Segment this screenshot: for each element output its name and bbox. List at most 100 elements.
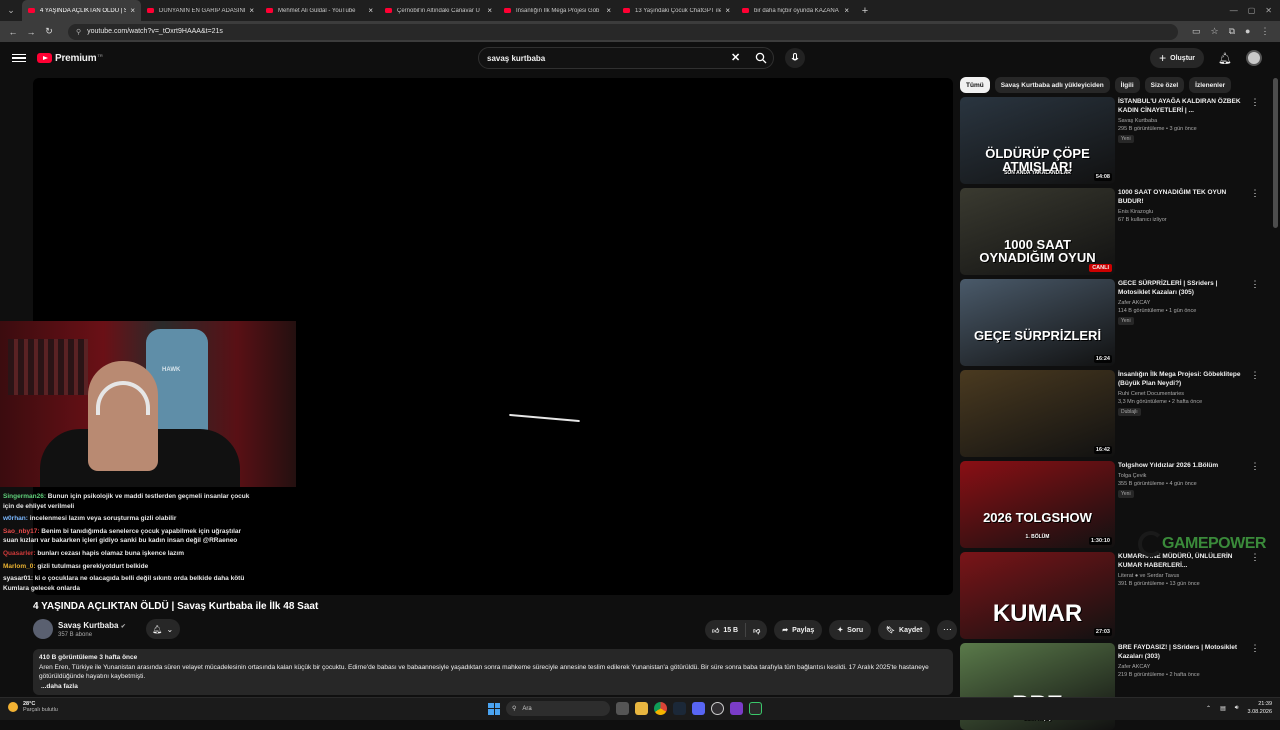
bookmark-icon: 🔖︎ [886,627,896,634]
close-tab-icon[interactable]: × [725,6,730,15]
url-field[interactable]: ⚲ youtube.com/watch?v=_tOxrt9HAAA&t=21s [68,23,1178,40]
recommended-channel[interactable]: Savaş Kurtbaba [1118,118,1248,124]
video-thumbnail[interactable]: KUMAR 27:03 [960,552,1115,639]
dislike-button[interactable]: 👎︎ [746,626,767,635]
more-actions-icon[interactable]: ⋯ [937,620,958,640]
browser-tab[interactable]: 13 Yaşındaki Çocuk ChatGPT ile × [617,0,736,21]
browser-tab[interactable]: Mehmet Ali Güldal - YouTube × [260,0,379,21]
recommended-video[interactable]: GEÇE SÜRPRİZLERİ 16:24 GECE SÜRPRİZLERİ | … [960,279,1260,366]
minimize-icon[interactable]: — [1230,6,1238,15]
page-scrollbar[interactable] [1273,78,1278,228]
recommended-title[interactable]: Tolgshow Yıldızlar 2026 1.Bölüm [1118,461,1248,470]
recommended-video[interactable]: 16:42 İnsanlığın İlk Mega Projesi: Göbekl… [960,370,1260,457]
save-button[interactable]: 🔖︎ Kaydet [878,620,931,640]
close-tab-icon[interactable]: × [606,6,611,15]
recommended-title[interactable]: İnsanlığın İlk Mega Projesi: Göbeklitepe… [1118,370,1248,388]
notifications-bell-icon[interactable]: 🔔︎ [1218,52,1232,65]
recommended-channel[interactable]: Zafer AKCAY [1118,300,1248,306]
close-tab-icon[interactable]: × [844,6,849,15]
recommended-channel[interactable]: Ruhi Cenet Documentaries [1118,391,1248,397]
search-input[interactable]: savaş kurtbaba ✕ [478,47,774,69]
search-icon[interactable] [755,52,767,64]
tab-search-icon[interactable]: ⌄ [0,0,22,21]
obs-icon[interactable] [711,702,724,715]
video-thumbnail[interactable]: 16:42 [960,370,1115,457]
recommended-video[interactable]: ÖLDÜRÜP ÇÖPE ATMIŞLAR! SON ANDA YAKALANDI… [960,97,1260,184]
extensions-icon[interactable]: ⧉ [1229,26,1235,37]
more-options-icon[interactable]: ⋮ [1250,370,1260,457]
recommended-video[interactable]: KUMAR 27:03 KUMARHANE MÜDÜRÜ, ÜNLÜLERİN KU… [960,552,1260,639]
maximize-icon[interactable]: ▢ [1248,6,1256,15]
video-thumbnail[interactable]: 1000 SAAT OYNADIĞIM OYUN CANLI [960,188,1115,275]
browser-tab[interactable]: Çernobil'in Altındaki Canavar U × [379,0,498,21]
recommended-channel[interactable]: Enis Kirazoglu [1118,209,1248,215]
file-explorer-icon[interactable] [635,702,648,715]
recommended-title[interactable]: İSTANBUL'U AYAĞA KALDIRAN ÖZBEK KADIN Cİ… [1118,97,1248,115]
recommended-title[interactable]: 1000 SAAT OYNADIĞIM TEK OYUN BUDUR! [1118,188,1248,206]
create-button[interactable]: + Oluştur [1150,48,1205,68]
youtube-logo[interactable]: Premium TR [37,53,103,64]
back-icon[interactable]: ← [4,27,22,37]
task-view-icon[interactable] [616,702,629,715]
video-thumbnail[interactable]: 2026 TOLGSHOW 1. BÖLÜM 1:30:10 [960,461,1115,548]
account-avatar[interactable] [1246,50,1262,66]
browser-tab[interactable]: 4 YAŞINDA AÇLIKTAN ÖLDÜ | S × [22,0,141,21]
browser-menu-icon[interactable]: ⋮ [1260,26,1269,37]
steam-icon[interactable] [673,702,686,715]
recommended-channel[interactable]: Tolga Çevik [1118,473,1248,479]
recommended-title[interactable]: BRE FAYDASIZ! | SSriders | Motosiklet Ka… [1118,643,1248,661]
browser-tab[interactable]: İnsanlığın İlk Mega Projesi Göb × [498,0,617,21]
more-options-icon[interactable]: ⋮ [1250,97,1260,184]
filter-chip[interactable]: İlgili [1114,77,1140,93]
close-tab-icon[interactable]: × [487,6,492,15]
bookmark-star-icon[interactable]: ☆ [1211,26,1219,37]
cast-icon[interactable]: ▭ [1192,26,1201,37]
more-options-icon[interactable]: ⋮ [1250,552,1260,639]
more-options-icon[interactable]: ⋮ [1250,279,1260,366]
show-more-link[interactable]: ...daha fazla [41,682,947,692]
recommended-title[interactable]: GECE SÜRPRİZLERİ | SSriders | Motosiklet… [1118,279,1248,297]
menu-icon[interactable] [12,53,26,63]
filter-chip[interactable]: Size özel [1144,77,1185,93]
share-button[interactable]: ➦ Paylaş [774,620,823,640]
network-icon[interactable]: ▤ [1220,705,1226,712]
terminal-icon[interactable] [749,702,762,715]
new-tab-button[interactable]: + [855,5,875,17]
browser-tab[interactable]: bir daha hiçbir oyunda KAZANA × [736,0,855,21]
voice-search-icon[interactable] [785,48,805,68]
video-thumbnail[interactable]: GEÇE SÜRPRİZLERİ 16:24 [960,279,1115,366]
filter-chip[interactable]: İzlenenler [1189,77,1232,93]
video-description[interactable]: 410 B görüntüleme 3 hafta önce Aren Eren… [33,649,953,695]
ask-button[interactable]: ✦ Soru [829,620,872,640]
browser-tab[interactable]: DÜNYANIN EN GARİP ADASINI × [141,0,260,21]
close-tab-icon[interactable]: × [130,6,135,15]
channel-avatar[interactable] [33,619,53,639]
video-thumbnail[interactable]: ÖLDÜRÜP ÇÖPE ATMIŞLAR! SON ANDA YAKALANDI… [960,97,1115,184]
weather-widget[interactable]: 28°C Parçalı bulutlu [8,701,58,713]
start-button-icon[interactable] [488,702,500,715]
filter-chip[interactable]: Tümü [960,77,990,93]
filter-chip[interactable]: Savaş Kurtbaba adlı yükleyiciden [994,77,1110,93]
reload-icon[interactable]: ↻ [40,26,58,37]
close-tab-icon[interactable]: × [368,6,373,15]
chrome-icon[interactable] [654,702,667,715]
recommended-channel[interactable]: Literat ● ve Serdar Tavus [1118,573,1248,579]
profile-icon[interactable]: ● [1245,26,1250,37]
recommended-channel[interactable]: Zafer AKCAY [1118,664,1248,670]
app-icon[interactable] [730,702,743,715]
site-info-icon[interactable]: ⚲ [76,28,81,36]
subscription-bell-button[interactable]: 🔔︎ ⌄ [145,619,180,639]
discord-icon[interactable] [692,702,705,715]
clock[interactable]: 21:39 3.08.2026 [1248,701,1272,716]
close-tab-icon[interactable]: × [249,6,254,15]
more-options-icon[interactable]: ⋮ [1250,188,1260,275]
channel-name[interactable]: Savaş Kurtbaba ✔ [58,621,126,630]
taskbar-search[interactable]: ⚲ Ara [506,701,610,716]
like-button[interactable]: 👍︎ 15 B [705,623,747,637]
clear-search-icon[interactable]: ✕ [731,51,740,64]
volume-icon[interactable]: 🔊︎ [1235,705,1239,712]
recommended-video[interactable]: 1000 SAAT OYNADIĞIM OYUN CANLI 1000 SAAT O… [960,188,1260,275]
close-window-icon[interactable]: ✕ [1265,6,1272,15]
tray-chevron-icon[interactable]: ⌃ [1206,705,1211,712]
forward-icon[interactable]: → [22,27,40,37]
